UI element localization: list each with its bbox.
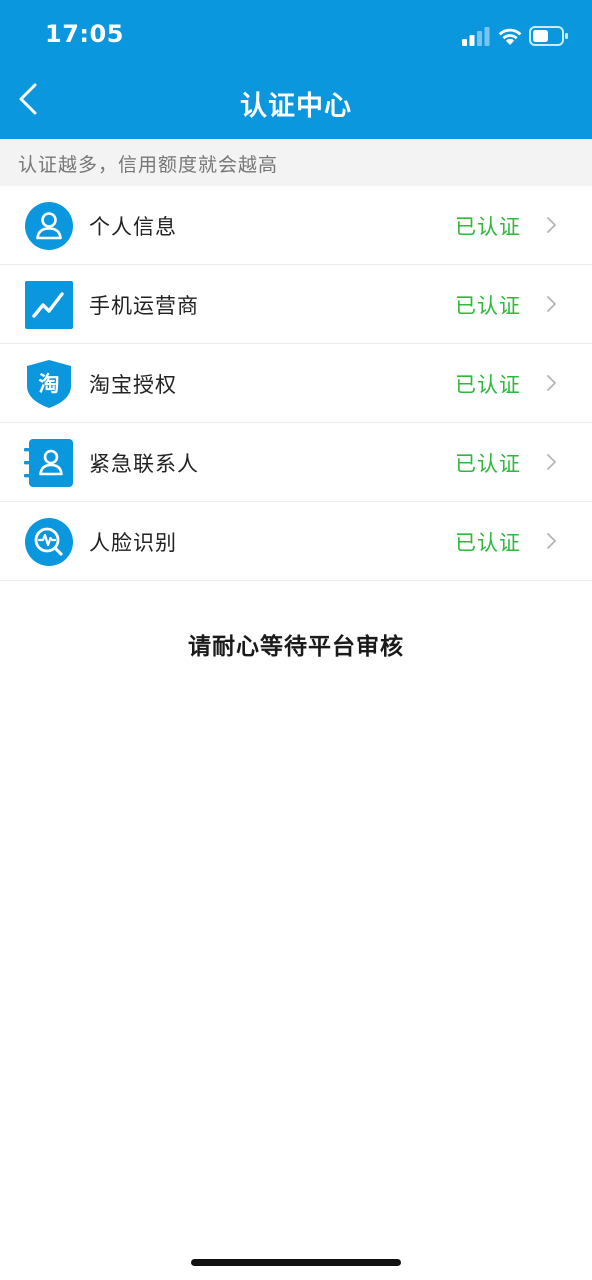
- auth-item-label: 紧急联系人: [89, 452, 199, 476]
- auth-status-badge: 已认证: [455, 531, 521, 555]
- page-title: 认证中心: [240, 91, 352, 122]
- chevron-right-icon: [547, 217, 556, 233]
- svg-text:淘: 淘: [39, 372, 60, 396]
- contact-book-icon: [24, 439, 73, 487]
- signal-icon: [462, 27, 490, 46]
- auth-status-badge: 已认证: [455, 373, 521, 397]
- auth-item-label: 人脸识别: [89, 531, 177, 555]
- wifi-icon: [498, 28, 522, 45]
- battery-icon: [529, 26, 568, 46]
- info-banner: 认证越多，信用额度就会越高: [0, 139, 592, 186]
- user-icon: [25, 202, 73, 250]
- review-notice: 请耐心等待平台审核: [188, 634, 404, 660]
- chevron-right-icon: [547, 454, 556, 470]
- taobao-shield-icon: 淘: [27, 360, 71, 408]
- auth-list: 个人信息 已认证 手机运营商 已认证 淘 淘宝授权 已认证 紧急联系人 已认证 …: [0, 186, 592, 581]
- chevron-right-icon: [547, 375, 556, 391]
- auth-item-personal-info[interactable]: 个人信息 已认证: [0, 186, 592, 265]
- trend-chart-icon: [25, 281, 73, 329]
- auth-item-label: 个人信息: [89, 215, 177, 239]
- home-indicator[interactable]: [191, 1259, 401, 1266]
- auth-item-taobao[interactable]: 淘 淘宝授权 已认证: [0, 344, 592, 423]
- status-time: 17:05: [45, 20, 124, 48]
- status-bar: 17:05: [0, 0, 592, 70]
- auth-item-face-recognition[interactable]: 人脸识别 已认证: [0, 502, 592, 581]
- auth-item-emergency-contact[interactable]: 紧急联系人 已认证: [0, 423, 592, 502]
- face-scan-icon: [25, 518, 73, 566]
- chevron-right-icon: [547, 296, 556, 312]
- auth-item-label: 淘宝授权: [89, 373, 177, 397]
- info-banner-text: 认证越多，信用额度就会越高: [18, 154, 279, 176]
- app-header: 17:05 认证中心: [0, 0, 592, 139]
- auth-item-label: 手机运营商: [89, 294, 199, 318]
- chevron-right-icon: [547, 533, 556, 549]
- auth-status-badge: 已认证: [455, 215, 521, 239]
- auth-item-mobile-carrier[interactable]: 手机运营商 已认证: [0, 265, 592, 344]
- auth-status-badge: 已认证: [455, 452, 521, 476]
- auth-status-badge: 已认证: [455, 294, 521, 318]
